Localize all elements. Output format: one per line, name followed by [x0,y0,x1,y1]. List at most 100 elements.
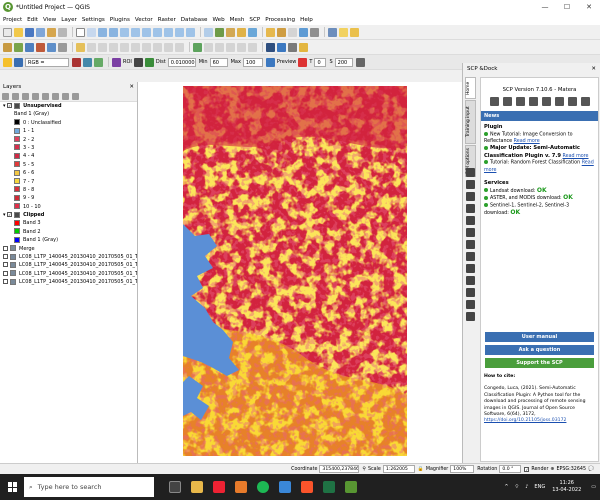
rotate-label-icon[interactable] [237,42,246,52]
zoom-last-icon[interactable] [175,27,184,37]
scp-band-icon[interactable] [14,57,23,67]
layer-tree-row[interactable]: 0 : Unclassified [0,119,137,127]
tray-chevron-icon[interactable]: ^ [504,484,508,490]
layer-visibility-checkbox[interactable] [3,262,8,268]
band-set-combo[interactable]: RGB = [25,57,69,67]
model-builder-icon[interactable] [299,42,308,52]
menu-processing[interactable]: Processing [265,17,295,23]
layout-manager-icon[interactable] [58,27,67,37]
preview-zoom-icon[interactable] [265,57,275,67]
crs-label[interactable]: EPSG:32645 [556,467,586,472]
render-checkbox[interactable]: ✓ [524,466,530,472]
scp-tools-icon[interactable] [466,192,475,201]
coordinate-field[interactable]: 315400,2378464 [319,465,360,473]
news-item-1-link[interactable]: Read more [514,139,540,144]
qgis-taskbar-icon[interactable] [345,481,357,493]
home-band-processing-icon[interactable] [541,97,551,106]
messages-icon[interactable]: 💬 [588,467,594,472]
new-project-icon[interactable] [3,27,12,37]
scp-trash-icon[interactable] [355,57,365,67]
menu-edit[interactable]: Edit [27,17,38,23]
filter-expression-icon[interactable] [42,93,49,100]
layer-tree-row[interactable]: LC08_L1TP_140045_20130410_20170505_01_T1… [0,253,137,261]
layer-visibility-checkbox[interactable] [3,279,8,285]
taskbar-search[interactable]: ⌕ Type here to search [24,477,154,497]
layer-tree-row[interactable]: Band 3 [0,219,137,227]
scale-field[interactable]: 1:262005 [382,465,415,473]
ask-question-button[interactable]: Ask a question [485,344,594,355]
lock-scale-icon[interactable]: 🔒 [418,467,424,472]
scp-info-icon[interactable] [466,312,475,321]
home-postprocessing-icon[interactable] [554,97,564,106]
pan-icon[interactable] [76,27,85,37]
preview-t-input[interactable]: 0 [314,57,327,67]
manage-visibility-icon[interactable] [22,93,29,100]
collapse-all-icon[interactable] [62,93,69,100]
measure-icon[interactable] [328,27,337,37]
menu-help[interactable]: Help [300,17,313,23]
layer-tree-row[interactable]: Merge [0,245,137,253]
min-input[interactable]: 60 [209,57,228,67]
tab-home[interactable]: Home [465,77,476,99]
open-project-icon[interactable] [14,27,23,37]
pan-to-selection-icon[interactable] [87,27,96,37]
bookmark-icon[interactable] [226,27,235,37]
vertex-tool-icon[interactable] [109,42,118,52]
identify-icon[interactable] [266,27,275,37]
change-label-icon[interactable] [248,42,257,52]
toggle-edit-icon[interactable] [76,42,85,52]
save-project-icon[interactable] [25,27,34,37]
layer-tree-row[interactable]: Band 1 (Gray) [0,110,137,118]
task-view-icon[interactable] [169,481,181,493]
scp-support-icon[interactable] [466,300,475,309]
zoom-full-icon[interactable] [131,27,140,37]
excel-icon[interactable] [323,481,335,493]
layer-visibility-checkbox[interactable]: ✓ [7,212,13,218]
save-edits-icon[interactable] [87,42,96,52]
layer-tree-row[interactable]: 9 - 9 [0,194,137,202]
menu-view[interactable]: View [43,17,56,23]
menu-mesh[interactable]: Mesh [230,17,245,23]
python-console-icon[interactable] [266,42,275,52]
add-mesh-icon[interactable] [25,42,34,52]
zoom-to-layer-icon[interactable] [153,27,162,37]
scp-band-processing-icon[interactable] [466,216,475,225]
clock[interactable]: 11:26 13-04-2022 [552,480,581,494]
attribute-table-icon[interactable] [299,27,308,37]
max-input[interactable]: 100 [242,57,263,67]
save-as-icon[interactable] [36,27,45,37]
scp-band-set-icon[interactable] [466,168,475,177]
cut-features-icon[interactable] [131,42,140,52]
expand-all-icon[interactable] [52,93,59,100]
delete-selected-icon[interactable] [120,42,129,52]
filter-legend-icon[interactable] [32,93,39,100]
menu-vector[interactable]: Vector [135,17,153,23]
preview-redo-icon[interactable] [298,57,308,67]
menu-raster[interactable]: Raster [158,17,176,23]
add-vector-icon[interactable] [3,42,12,52]
rotation-field[interactable]: 0.0 ° [499,465,522,473]
zoom-to-selection-icon[interactable] [142,27,151,37]
zoom-native-icon[interactable] [164,27,173,37]
menu-project[interactable]: Project [3,17,22,23]
zoom-in-icon[interactable] [98,27,107,37]
plugin-icon[interactable] [277,42,286,52]
home-band-set-icon[interactable] [489,97,499,106]
crs-globe-icon[interactable]: ⊕ [550,467,554,472]
maximize-button[interactable]: ☐ [556,0,578,14]
scp-postprocessing-icon[interactable] [466,228,475,237]
deselect-icon[interactable] [288,27,297,37]
layer-tree-row[interactable]: LC08_L1TP_140045_20130410_20170505_01_T1… [0,278,137,286]
remove-layer-icon[interactable] [72,93,79,100]
new-map-view-icon[interactable] [204,27,213,37]
brave-browser-icon[interactable] [301,481,313,493]
scp-rgb-icon[interactable] [72,57,81,67]
layer-tree-row[interactable]: LC08_L1TP_140045_20130410_20170505_01_T1… [0,270,137,278]
close-button[interactable]: ✕ [578,0,600,14]
menu-settings[interactable]: Settings [82,17,105,23]
file-explorer-icon[interactable] [191,481,203,493]
zoom-rescale-icon[interactable] [120,27,129,37]
tab-training-input[interactable]: Training input [465,100,476,144]
copy-features-icon[interactable] [142,42,151,52]
redo-icon[interactable] [175,42,184,52]
